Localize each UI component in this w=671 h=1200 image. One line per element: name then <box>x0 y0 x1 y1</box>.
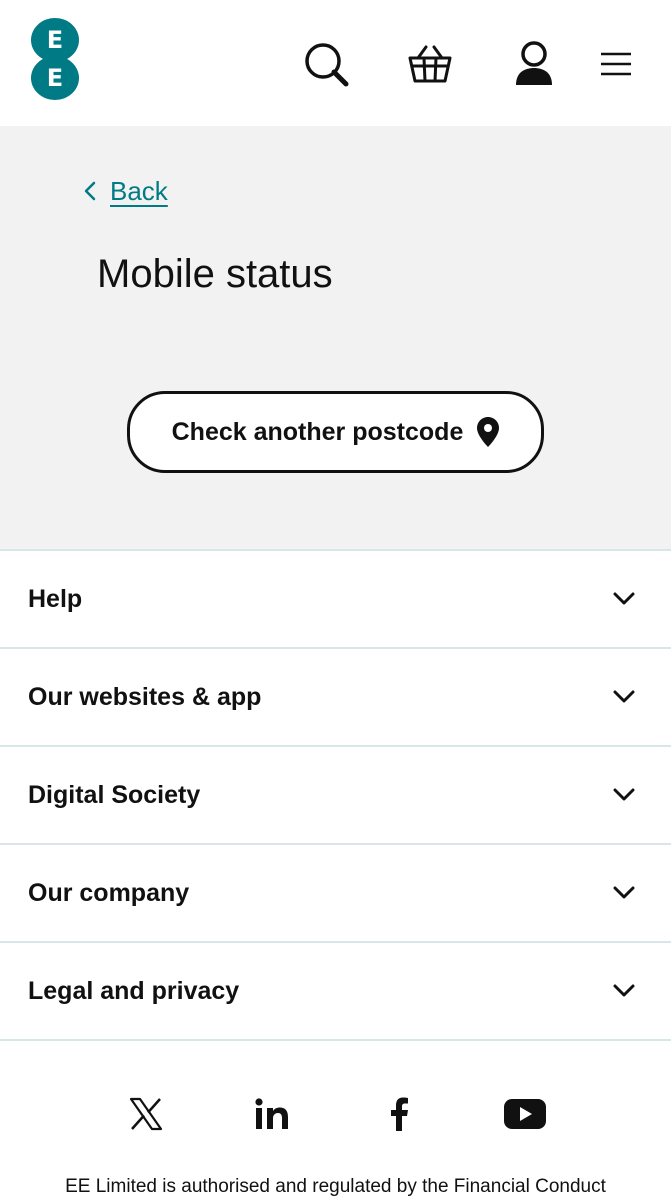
back-label: Back <box>110 175 168 206</box>
footer-section-label: Our websites & app <box>28 682 262 711</box>
search-icon <box>305 43 349 87</box>
social-links <box>0 1090 671 1138</box>
basket-button[interactable] <box>406 40 454 88</box>
chevron-down-icon <box>613 592 635 605</box>
youtube-link[interactable] <box>501 1090 549 1138</box>
facebook-icon <box>391 1097 408 1131</box>
x-link[interactable] <box>122 1090 170 1138</box>
chevron-down-icon <box>613 984 635 997</box>
chevron-left-icon <box>84 181 96 201</box>
linkedin-link[interactable] <box>248 1090 296 1138</box>
logo-letter: E <box>46 26 64 54</box>
youtube-icon <box>504 1099 546 1129</box>
ee-logo[interactable]: E E <box>31 18 79 100</box>
footer-section-label: Legal and privacy <box>28 976 240 1005</box>
footer-accordion: Help Our websites & app Digital Society … <box>0 549 671 1041</box>
chevron-down-icon <box>613 886 635 899</box>
footer-section-label: Our company <box>28 878 190 907</box>
search-button[interactable] <box>302 40 350 88</box>
footer-section-label: Digital Society <box>28 780 201 809</box>
linkedin-icon <box>255 1098 288 1129</box>
status-panel: Back Mobile status Check another postcod… <box>0 126 671 550</box>
footer-section-websites[interactable]: Our websites & app <box>0 647 671 745</box>
footer-section-company[interactable]: Our company <box>0 843 671 941</box>
facebook-link[interactable] <box>375 1090 423 1138</box>
x-icon <box>129 1097 163 1131</box>
chevron-down-icon <box>613 690 635 703</box>
check-postcode-button[interactable]: Check another postcode <box>127 391 544 473</box>
back-link[interactable]: Back <box>84 174 168 208</box>
footer-section-digital-society[interactable]: Digital Society <box>0 745 671 843</box>
legal-text: EE Limited is authorised and regulated b… <box>65 1176 606 1197</box>
footer-section-help[interactable]: Help <box>0 549 671 647</box>
check-postcode-label: Check another postcode <box>171 417 464 446</box>
basket-icon <box>408 45 452 83</box>
logo-letter: E <box>46 64 64 92</box>
logo-bottom-circle: E <box>31 56 79 100</box>
footer-section-legal[interactable]: Legal and privacy <box>0 941 671 1041</box>
footer-section-label: Help <box>28 584 83 613</box>
account-icon <box>516 41 552 85</box>
menu-icon <box>601 52 631 76</box>
site-header: E E <box>0 0 671 126</box>
chevron-down-icon <box>613 788 635 801</box>
page-title: Mobile status <box>97 252 333 296</box>
menu-button[interactable] <box>592 40 640 88</box>
location-pin-icon <box>477 417 500 447</box>
account-button[interactable] <box>510 40 558 88</box>
